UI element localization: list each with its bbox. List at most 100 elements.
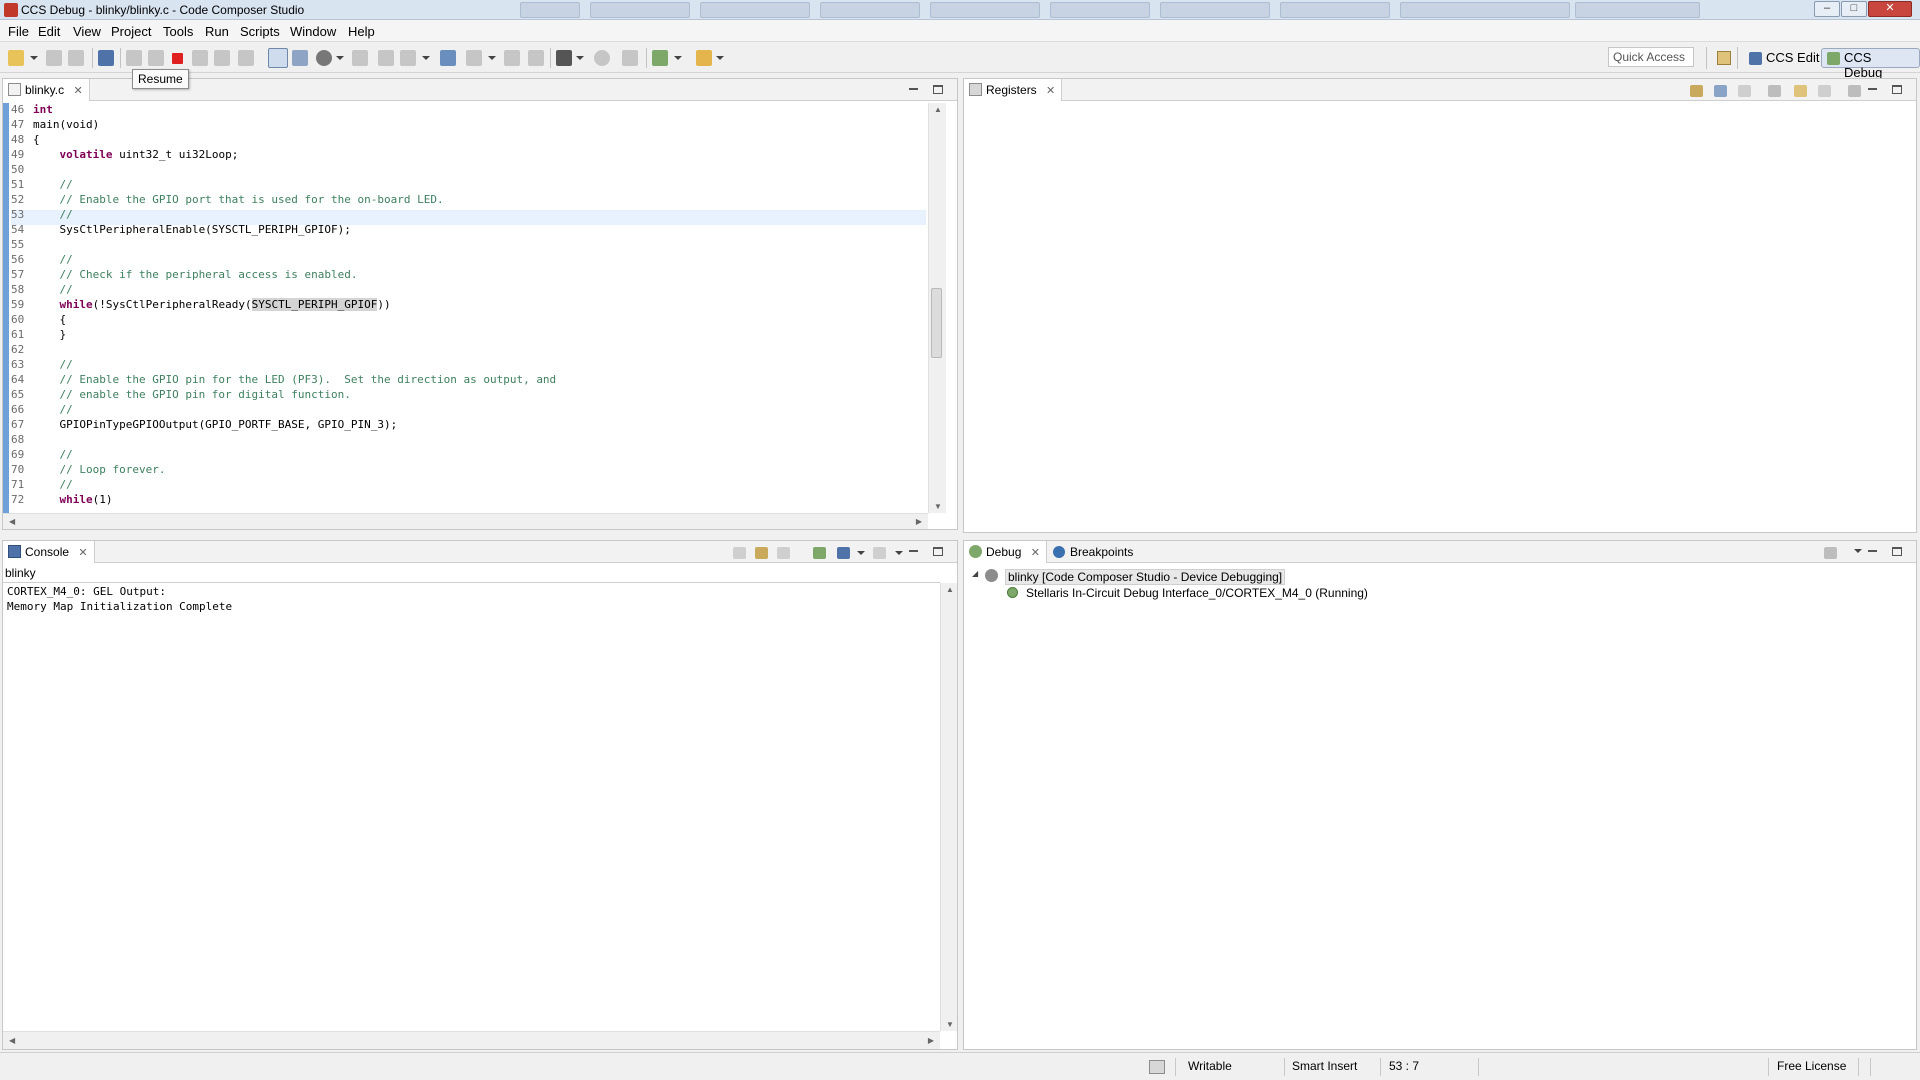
menu-view[interactable]: View <box>73 24 101 39</box>
maximize-icon[interactable] <box>1892 85 1902 94</box>
code-line[interactable]: 71 // <box>11 478 73 493</box>
debug-view-icon[interactable] <box>98 50 114 66</box>
step-return-icon[interactable] <box>238 50 254 66</box>
code-line[interactable]: 58 // <box>11 283 73 298</box>
open-perspective-icon[interactable] <box>1717 51 1731 65</box>
external-tools-icon[interactable] <box>696 50 712 66</box>
terminate-icon[interactable] <box>172 53 183 64</box>
minimize-icon[interactable] <box>1866 545 1880 557</box>
remove-terminated-icon[interactable] <box>1824 547 1837 559</box>
new-view-icon[interactable] <box>1818 85 1831 97</box>
scroll-down-icon[interactable]: ▼ <box>934 502 942 511</box>
chevron-down-icon[interactable] <box>857 551 865 555</box>
status-task-icon[interactable] <box>1149 1060 1165 1074</box>
console-horizontal-scrollbar[interactable]: ◀ ▶ <box>3 1031 940 1049</box>
editor-horizontal-scrollbar[interactable]: ◀ ▶ <box>3 513 928 529</box>
maximize-icon[interactable] <box>933 547 943 556</box>
maximize-icon[interactable] <box>933 85 943 94</box>
chevron-down-icon[interactable] <box>895 551 903 555</box>
menu-tools[interactable]: Tools <box>163 24 193 39</box>
reset-icon[interactable] <box>352 50 368 66</box>
step-back-icon[interactable] <box>504 50 520 66</box>
scroll-left-icon[interactable]: ◀ <box>9 1036 15 1045</box>
pin-icon[interactable] <box>1794 85 1807 97</box>
breakpoint-icon[interactable] <box>316 50 332 66</box>
perspective-ccs-edit-button[interactable]: CCS Edit <box>1743 48 1826 68</box>
tab-registers[interactable]: Registers ✕ <box>964 79 1063 101</box>
code-line[interactable]: 55 <box>11 238 33 253</box>
background-window-tab[interactable] <box>1050 2 1150 18</box>
code-line[interactable]: 65 // enable the GPIO pin for digital fu… <box>11 388 351 403</box>
menu-edit[interactable]: Edit <box>38 24 60 39</box>
word-wrap-icon[interactable] <box>777 547 790 559</box>
perspective-ccs-debug-button[interactable]: CCS Debug <box>1821 48 1920 80</box>
clear-console-icon[interactable] <box>733 547 746 559</box>
code-line[interactable]: 69 // <box>11 448 73 463</box>
menu-run[interactable]: Run <box>205 24 229 39</box>
step-forward-icon[interactable] <box>528 50 544 66</box>
code-line[interactable]: 62 <box>11 343 33 358</box>
minimize-window-button[interactable]: – <box>1814 1 1840 17</box>
background-window-tab[interactable] <box>1575 2 1700 18</box>
code-line[interactable]: 68 <box>11 433 33 448</box>
open-view-icon[interactable] <box>622 50 638 66</box>
chevron-down-icon[interactable] <box>716 56 724 60</box>
code-line[interactable]: 50 <box>11 163 33 178</box>
minimize-icon[interactable] <box>1866 83 1880 95</box>
background-window-tab[interactable] <box>590 2 690 18</box>
save-icon[interactable] <box>46 50 62 66</box>
debug-settings-icon[interactable] <box>652 50 668 66</box>
close-icon[interactable]: ✕ <box>1046 85 1055 97</box>
background-window-tab[interactable] <box>1400 2 1570 18</box>
editor-vertical-scrollbar[interactable]: ▲ ▼ <box>928 103 946 513</box>
code-line[interactable]: 49 volatile uint32_t ui32Loop; <box>11 148 238 163</box>
code-line[interactable]: 47 main(void) <box>11 118 99 133</box>
layout-icon[interactable] <box>1738 85 1751 97</box>
scroll-right-icon[interactable]: ▶ <box>928 1036 934 1045</box>
code-line[interactable]: 51 // <box>11 178 73 193</box>
tree-expand-icon[interactable]: ◢ <box>972 569 978 578</box>
console-vertical-scrollbar[interactable]: ▲ ▼ <box>940 583 957 1031</box>
code-line[interactable]: 56 // <box>11 253 73 268</box>
step-into-icon[interactable] <box>192 50 208 66</box>
build-hammer-icon[interactable] <box>556 50 572 66</box>
background-window-tab[interactable] <box>1160 2 1270 18</box>
code-line[interactable]: 61 } <box>11 328 66 343</box>
close-window-button[interactable]: ✕ <box>1868 1 1912 17</box>
background-window-tab[interactable] <box>820 2 920 18</box>
debug-session-item[interactable]: blinky [Code Composer Studio - Device De… <box>1005 569 1286 585</box>
code-line[interactable]: 67 GPIOPinTypeGPIOOutput(GPIO_PORTF_BASE… <box>11 418 397 433</box>
chevron-down-icon[interactable] <box>674 56 682 60</box>
chevron-down-icon[interactable] <box>488 56 496 60</box>
status-license[interactable]: Free License <box>1777 1059 1846 1073</box>
scroll-thumb[interactable] <box>931 288 942 358</box>
code-line[interactable]: 70 // Loop forever. <box>11 463 165 478</box>
open-console-icon[interactable] <box>873 547 886 559</box>
debug-target-item[interactable]: Stellaris In-Circuit Debug Interface_0/C… <box>1026 586 1368 600</box>
background-window-tab[interactable] <box>930 2 1040 18</box>
code-area[interactable]: 46 int 47 main(void) 48 {49 volatile uint32_t… <box>3 103 928 513</box>
connect-icon[interactable] <box>378 50 394 66</box>
code-line[interactable]: 57 // Check if the peripheral access is … <box>11 268 358 283</box>
maximize-icon[interactable] <box>1892 547 1902 556</box>
scroll-lock-icon[interactable] <box>755 547 768 559</box>
assembly-step-toggle-icon[interactable] <box>268 48 288 68</box>
resume-icon[interactable] <box>126 50 142 66</box>
menu-help[interactable]: Help <box>348 24 375 39</box>
pin-console-icon[interactable] <box>813 547 826 559</box>
background-window-tab[interactable] <box>700 2 810 18</box>
profile-icon[interactable] <box>466 50 482 66</box>
chevron-down-icon[interactable] <box>576 56 584 60</box>
code-line[interactable]: 53 // <box>11 208 73 223</box>
load-program-icon[interactable] <box>440 50 456 66</box>
minimize-icon[interactable] <box>907 545 921 557</box>
background-window-tab[interactable] <box>520 2 580 18</box>
code-line[interactable]: 52 // Enable the GPIO port that is used … <box>11 193 444 208</box>
menu-window[interactable]: Window <box>290 24 336 39</box>
quick-access-input[interactable]: Quick Access <box>1608 47 1694 67</box>
code-line[interactable]: 72 while(1) <box>11 493 113 508</box>
close-icon[interactable]: ✕ <box>78 547 87 559</box>
background-window-tab[interactable] <box>1280 2 1390 18</box>
code-line[interactable]: 64 // Enable the GPIO pin for the LED (P… <box>11 373 556 388</box>
restart-icon[interactable] <box>292 50 308 66</box>
